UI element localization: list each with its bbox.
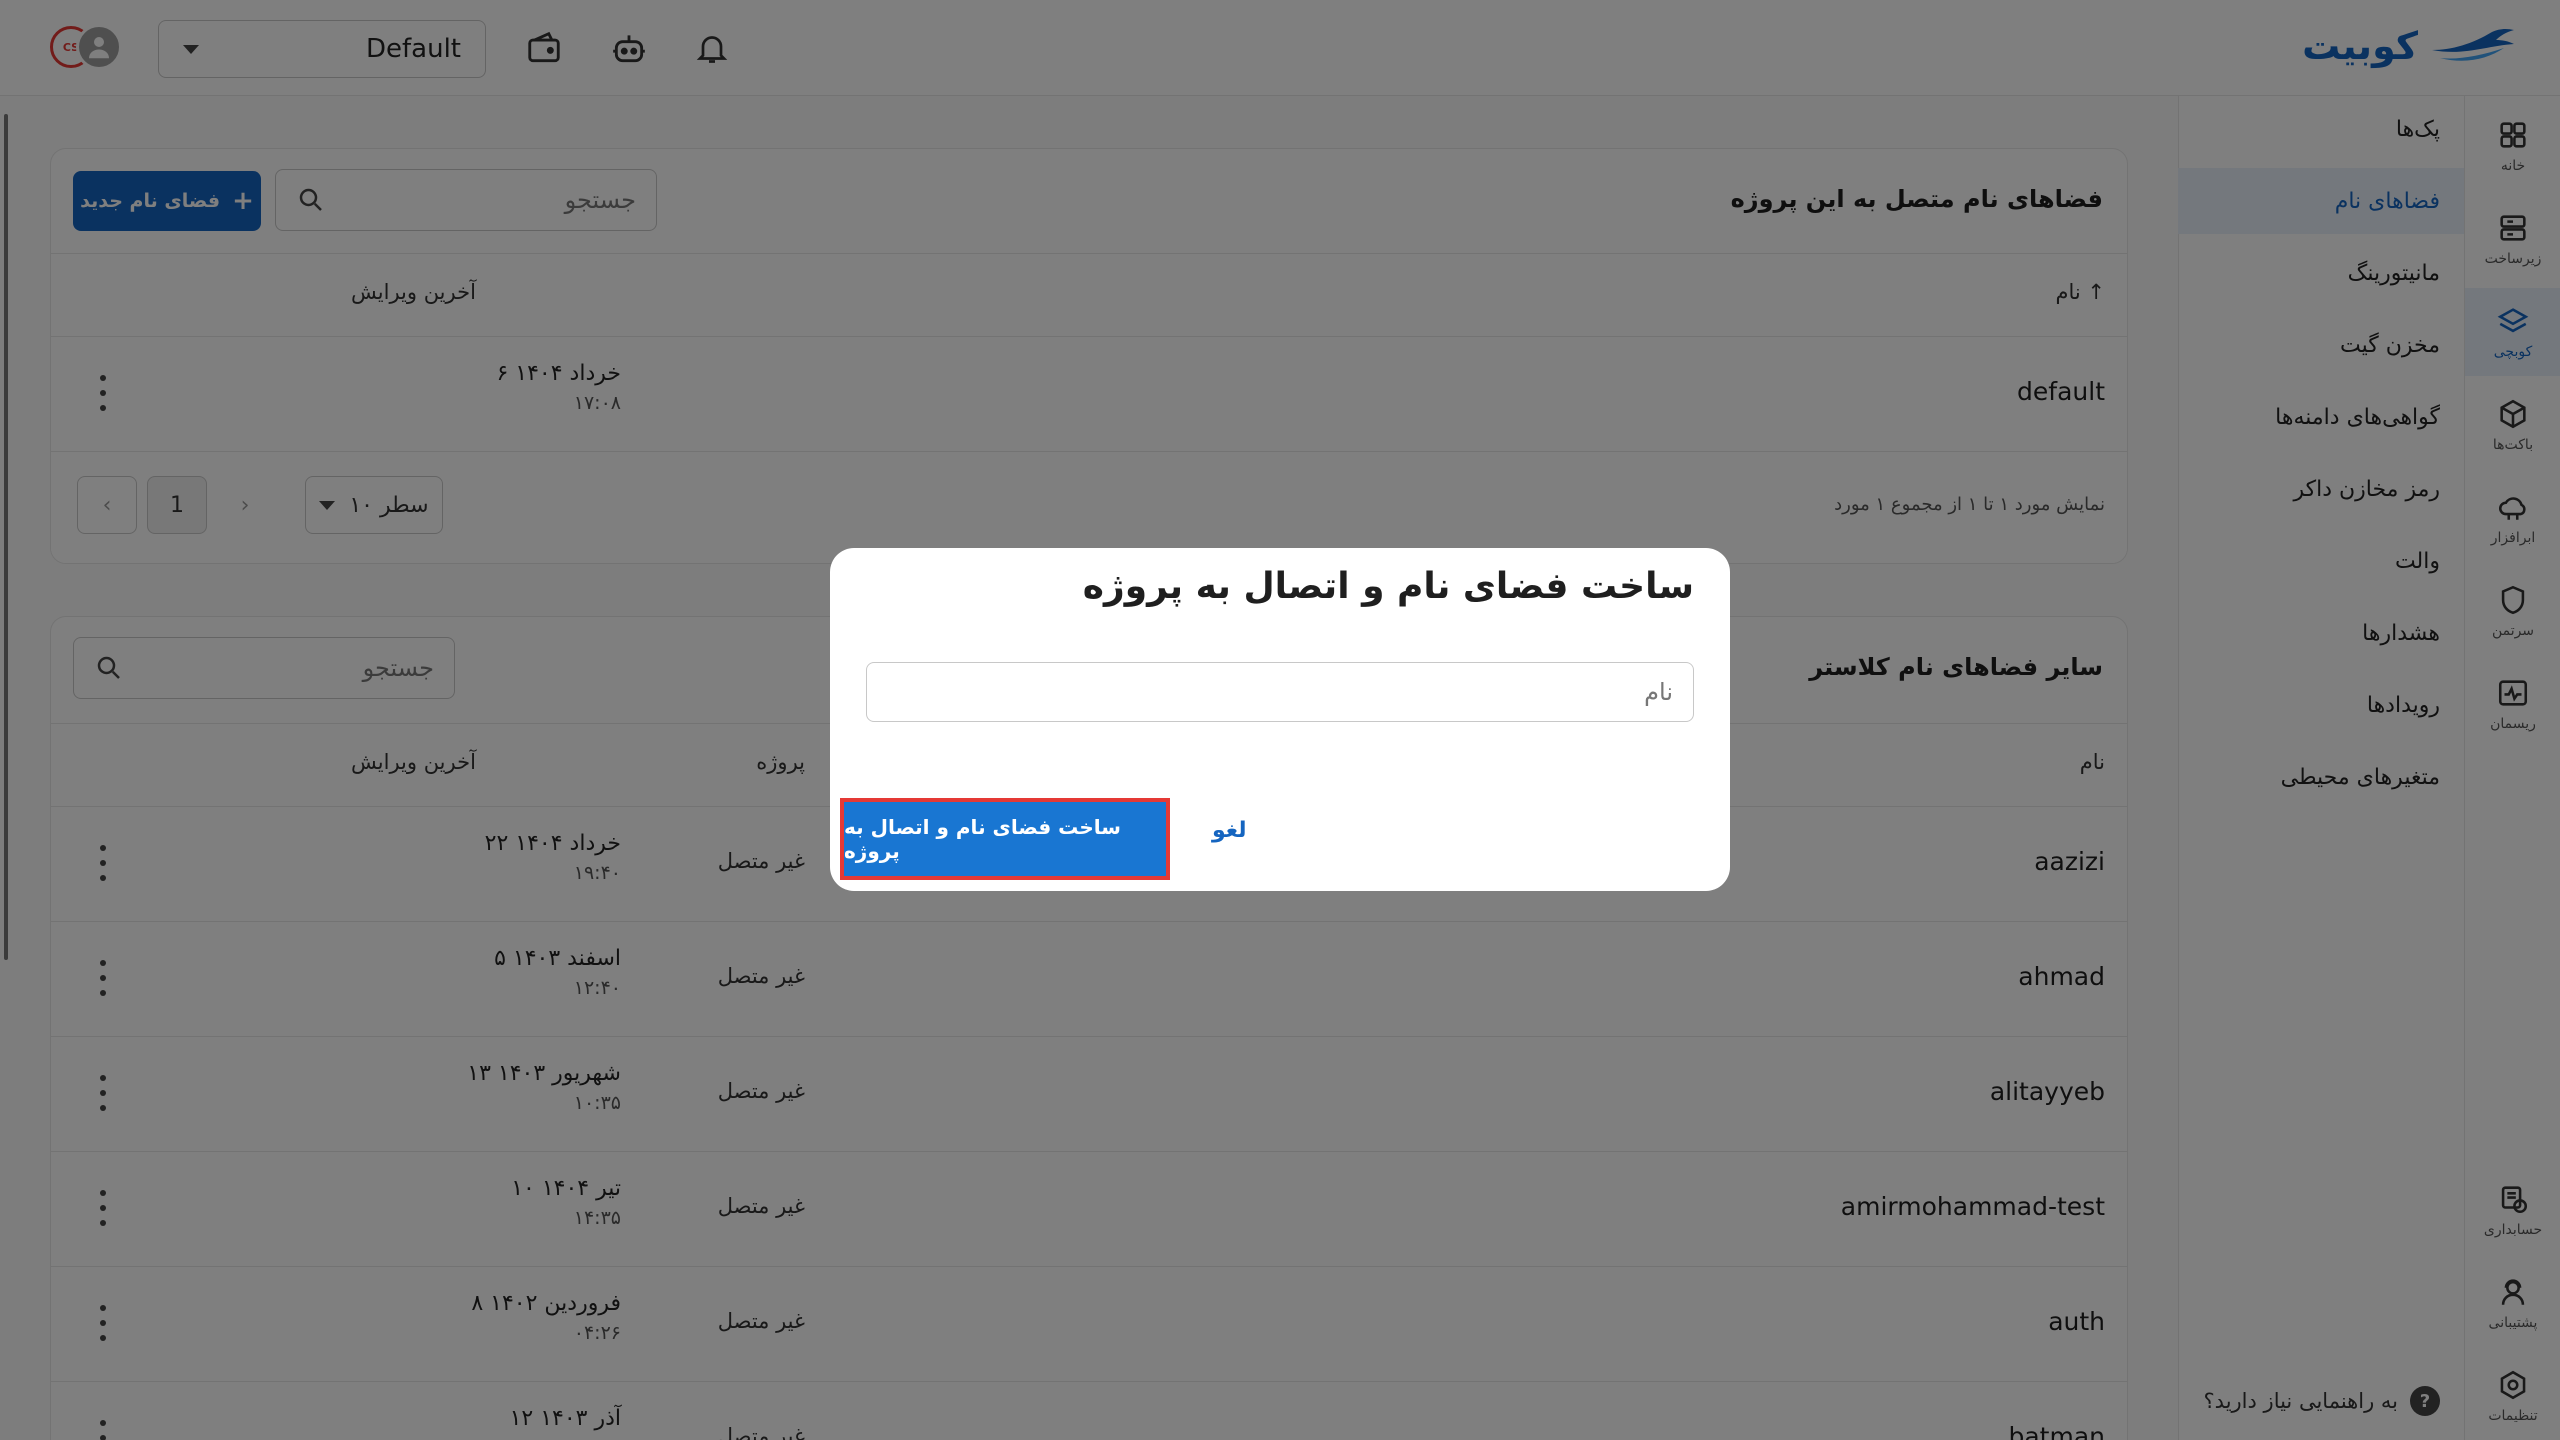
name-input[interactable] <box>867 663 1673 721</box>
create-and-connect-button[interactable]: ساخت فضای نام و اتصال به پروژه <box>840 798 1170 880</box>
dialog-title: ساخت فضای نام و اتصال به پروژه <box>1082 566 1694 607</box>
create-namespace-dialog: ساخت فضای نام و اتصال به پروژه لغو ساخت … <box>830 548 1730 891</box>
name-field[interactable] <box>866 662 1694 722</box>
cancel-button[interactable]: لغو <box>1212 818 1246 843</box>
